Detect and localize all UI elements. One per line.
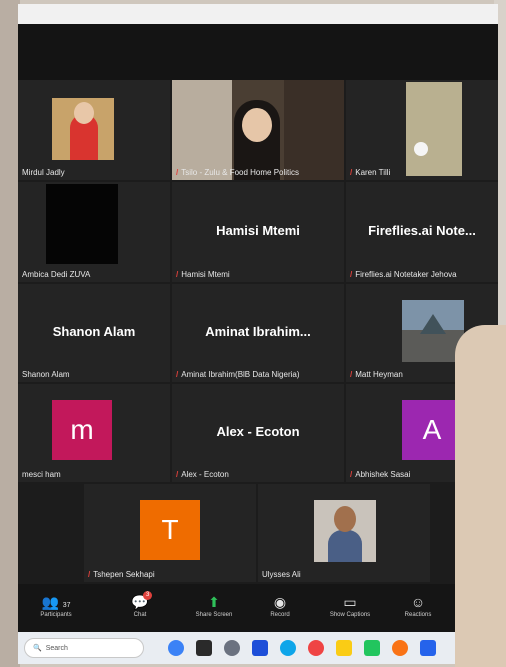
- participant-tile[interactable]: Ambica Dedi ZUVA: [18, 182, 170, 282]
- mic-muted-icon: /: [176, 168, 179, 177]
- participant-display-name: Hamisi Mtemi: [216, 223, 300, 238]
- participant-name: / Hamisi Mtemi: [176, 270, 230, 279]
- app-icon[interactable]: [364, 640, 380, 656]
- reactions-icon: ☺: [410, 594, 426, 610]
- participant-video: [52, 98, 114, 160]
- participant-tile[interactable]: Alex - Ecoton / Alex - Ecoton: [172, 384, 344, 482]
- folder-icon[interactable]: [336, 640, 352, 656]
- task-view-icon[interactable]: [196, 640, 212, 656]
- edge-icon[interactable]: [280, 640, 296, 656]
- record-button[interactable]: ◉ Record: [250, 592, 310, 618]
- taskbar-search[interactable]: 🔍 Search: [24, 638, 144, 658]
- participant-tile[interactable]: / Karen Tilli: [346, 80, 498, 180]
- participant-display-name: Alex - Ecoton: [216, 424, 300, 439]
- participant-tile[interactable]: Mirdul Jadly: [18, 80, 170, 180]
- chrome-icon[interactable]: [308, 640, 324, 656]
- show-captions-button[interactable]: ▭ Show Captions: [320, 592, 380, 618]
- participant-avatar: T: [140, 500, 200, 560]
- mic-muted-icon: /: [88, 570, 91, 579]
- mic-muted-icon: /: [176, 470, 179, 479]
- outlook-icon[interactable]: [420, 640, 436, 656]
- participant-tile[interactable]: Shanon Alam Shanon Alam: [18, 284, 170, 382]
- captions-icon: ▭: [343, 594, 357, 610]
- participant-tile[interactable]: Fireflies.ai Note... / Fireflies.ai Notet…: [346, 182, 498, 282]
- participant-avatar: A: [402, 400, 462, 460]
- mic-muted-icon: /: [350, 168, 353, 177]
- firefox-icon[interactable]: [392, 640, 408, 656]
- participant-name: Ulysses Ali: [262, 570, 301, 579]
- mic-muted-icon: /: [350, 470, 353, 479]
- chat-badge: 3: [143, 591, 153, 600]
- participant-video: [314, 500, 376, 562]
- participant-name: / Matt Heyman: [350, 370, 403, 379]
- participants-icon: 👥: [41, 594, 59, 610]
- participant-tile[interactable]: T / Tshepen Sekhapi: [84, 484, 256, 582]
- reactions-button[interactable]: ☺ Reactions: [388, 592, 448, 618]
- participant-avatar: m: [52, 400, 112, 460]
- participants-button[interactable]: 👥 37 Participants: [26, 592, 86, 618]
- windows-taskbar: 🔍 Search: [18, 632, 498, 664]
- store-icon[interactable]: [252, 640, 268, 656]
- meeting-window: Mirdul Jadly / Tsilo - Zulu & Food Home P…: [18, 4, 498, 664]
- participant-name: / Tshepen Sekhapi: [88, 570, 155, 579]
- participant-name: mesci ham: [22, 470, 61, 479]
- participant-tile[interactable]: Hamisi Mtemi / Hamisi Mtemi: [172, 182, 344, 282]
- meeting-toolbar: 👥 37 Participants 💬 3 Chat ⬆ Share Screen…: [18, 584, 498, 632]
- mic-muted-icon: /: [350, 370, 353, 379]
- participant-name: / Tsilo - Zulu & Food Home Politics: [176, 168, 300, 177]
- search-icon: 🔍: [33, 645, 42, 652]
- share-screen-icon: ⬆: [208, 594, 220, 610]
- participant-tile[interactable]: Aminat Ibrahim... / Aminat Ibrahim(BlB Da…: [172, 284, 344, 382]
- window-title-bar: [18, 4, 498, 24]
- chat-button[interactable]: 💬 3 Chat: [110, 591, 170, 618]
- participant-tile[interactable]: / Tsilo - Zulu & Food Home Politics: [172, 80, 344, 180]
- participant-display-name: Fireflies.ai Note...: [368, 223, 476, 238]
- participant-display-name: Aminat Ibrahim...: [205, 324, 311, 339]
- participant-video: [406, 82, 462, 176]
- participant-video: [46, 184, 118, 264]
- meeting-header: [18, 24, 498, 80]
- participant-name: / Karen Tilli: [350, 168, 391, 177]
- mic-muted-icon: /: [350, 270, 353, 279]
- participant-name: Ambica Dedi ZUVA: [22, 270, 91, 279]
- record-icon: ◉: [273, 594, 287, 610]
- mic-muted-icon: /: [176, 270, 179, 279]
- participant-tile[interactable]: Ulysses Ali: [258, 484, 430, 582]
- hand-in-photo: [455, 325, 506, 667]
- share-screen-button[interactable]: ⬆ Share Screen: [184, 592, 244, 618]
- photo-background-left: [0, 0, 20, 667]
- participant-name: Shanon Alam: [22, 370, 70, 379]
- mic-muted-icon: /: [176, 370, 179, 379]
- gear-icon[interactable]: [224, 640, 240, 656]
- participant-name: / Alex - Ecoton: [176, 470, 229, 479]
- widgets-icon[interactable]: [168, 640, 184, 656]
- participant-name: / Aminat Ibrahim(BlB Data Nigeria): [176, 370, 300, 379]
- participant-display-name: Shanon Alam: [52, 324, 136, 339]
- participant-video: [172, 80, 344, 180]
- participant-name: / Fireflies.ai Notetaker Jehova: [350, 270, 457, 279]
- participant-tile[interactable]: m mesci ham: [18, 384, 170, 482]
- participant-name: Mirdul Jadly: [22, 168, 65, 177]
- participant-name: / Abhishek Sasai: [350, 470, 411, 479]
